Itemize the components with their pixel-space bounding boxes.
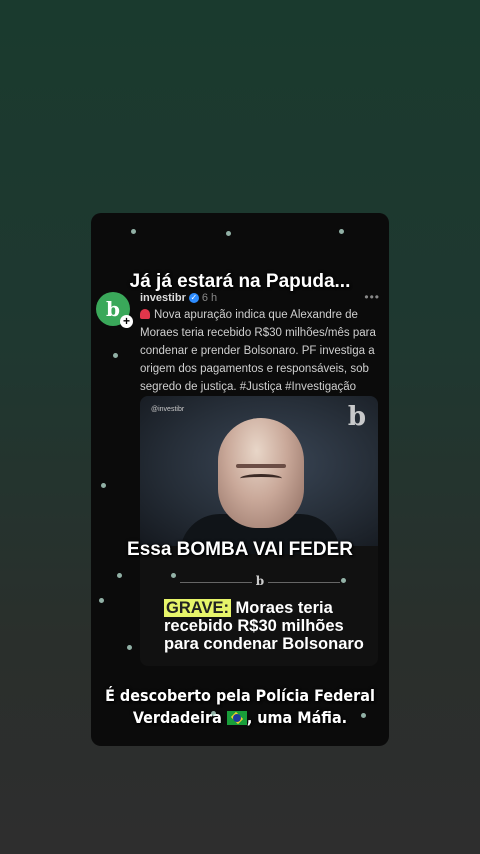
post-text: Nova apuração indica que Alexandre de Mo…	[140, 306, 380, 396]
caption-mid: Essa BOMBA VAI FEDER	[127, 539, 353, 560]
caption-bottom-pre: Verdadeira	[132, 708, 222, 727]
follow-plus-icon[interactable]: +	[120, 315, 133, 328]
snow-dot	[361, 713, 366, 718]
caption-bottom-line2: Verdadeira , uma Máfia.	[91, 707, 389, 729]
snow-dot	[341, 578, 346, 583]
snow-dot	[99, 598, 104, 603]
snow-dot	[226, 231, 231, 236]
post-time: 6 h	[201, 292, 218, 304]
media-headline: GRAVE: Moraes teria recebido R$30 milhõe…	[164, 599, 374, 653]
caption-top: Já já estará na Papuda...	[129, 271, 351, 292]
avatar-letter: b	[106, 297, 120, 321]
caption-bottom-line1: É descoberto pela Polícia Federal	[105, 686, 375, 705]
watermark: @investibr	[151, 406, 185, 413]
caption-bottom: É descoberto pela Polícia Federal Verdad…	[91, 685, 389, 729]
post-author[interactable]: investibr ✓ 6 h	[140, 292, 217, 304]
headline-tag: GRAVE:	[164, 599, 231, 617]
snow-dot	[131, 229, 136, 234]
username[interactable]: investibr	[140, 292, 186, 304]
story-card: b + investibr ✓ 6 h ••• Nova apuração indi…	[91, 213, 389, 746]
divider-logo: b	[252, 574, 268, 590]
caption-bottom-post: , uma Máfia.	[246, 708, 348, 727]
snow-dot	[211, 711, 216, 716]
post-media[interactable]: @investibr b b GRAVE: Moraes teria receb…	[140, 396, 378, 666]
photo-brow	[236, 464, 286, 468]
snow-dot	[127, 645, 132, 650]
photo-eyes	[240, 474, 282, 483]
snow-dot	[339, 229, 344, 234]
brazil-flag-icon	[226, 711, 247, 725]
snow-dot	[101, 483, 106, 488]
snow-dot	[113, 353, 118, 358]
post-body-text: Nova apuração indica que Alexandre de Mo…	[140, 309, 376, 393]
photo: @investibr b	[140, 396, 378, 554]
brand-logo: b	[347, 402, 366, 432]
verified-icon: ✓	[188, 293, 199, 304]
snow-dot	[117, 573, 122, 578]
snow-dot	[171, 573, 176, 578]
photo-head	[218, 418, 304, 528]
siren-icon	[140, 309, 150, 319]
